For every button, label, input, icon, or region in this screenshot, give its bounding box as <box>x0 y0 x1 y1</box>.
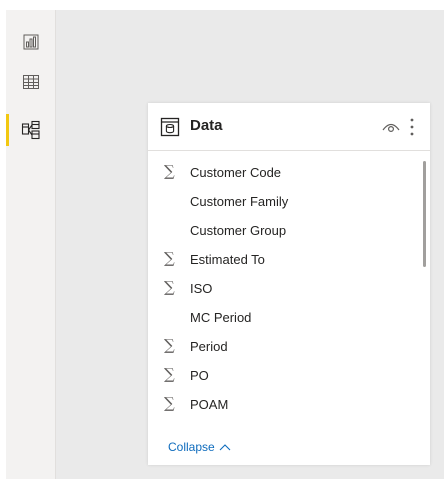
model-view-button[interactable] <box>6 110 56 150</box>
field-label: Estimated To <box>190 252 265 267</box>
sigma-icon: ∑ <box>164 162 175 180</box>
field-label: ISO <box>190 281 213 296</box>
field-row-customer-family[interactable]: Customer Family <box>148 188 418 217</box>
sigma-icon: ∑ <box>164 365 175 383</box>
more-options-icon[interactable] <box>407 116 417 138</box>
field-row-po[interactable]: ∑ PO <box>148 362 418 391</box>
field-row-customer-code[interactable]: ∑ Customer Code <box>148 159 418 188</box>
field-row-customer-group[interactable]: Customer Group <box>148 217 418 246</box>
field-label: Period <box>190 339 228 354</box>
table-card-header[interactable]: Data <box>148 103 430 151</box>
sigma-icon: ∑ <box>164 278 175 296</box>
field-label: MC Period <box>190 310 252 325</box>
database-icon <box>160 117 180 137</box>
collapse-link[interactable]: Collapse <box>168 440 231 454</box>
left-rail <box>6 10 56 479</box>
sigma-icon: ∑ <box>164 336 175 354</box>
field-row-iso[interactable]: ∑ ISO <box>148 275 418 304</box>
field-list-scrollbar[interactable] <box>423 161 426 267</box>
field-row-poam[interactable]: ∑ POAM <box>148 391 418 420</box>
field-row-mc-period[interactable]: MC Period <box>148 304 418 333</box>
chevron-up-icon <box>219 444 231 451</box>
table-grid-icon <box>23 75 39 89</box>
sigma-icon: ∑ <box>164 249 175 267</box>
field-label: Customer Code <box>190 165 282 180</box>
field-label: Customer Family <box>190 194 289 209</box>
collapse-label: Collapse <box>168 440 215 454</box>
field-label: PO <box>190 368 209 383</box>
field-label: Customer Group <box>190 223 287 238</box>
field-row-period[interactable]: ∑ Period <box>148 333 418 362</box>
field-row-estimated-to[interactable]: ∑ Estimated To <box>148 246 418 275</box>
top-strip <box>0 0 444 10</box>
model-diagram-icon <box>21 120 40 140</box>
table-view-button[interactable] <box>6 62 56 102</box>
table-title: Data <box>190 117 223 134</box>
bar-chart-icon <box>23 34 39 50</box>
field-label: POAM <box>190 397 229 412</box>
eye-icon[interactable] <box>381 120 401 134</box>
report-view-button[interactable] <box>6 22 56 62</box>
sigma-icon: ∑ <box>164 394 175 412</box>
data-table-card[interactable]: Data ∑ Customer Code Customer Family Cus… <box>148 103 430 465</box>
